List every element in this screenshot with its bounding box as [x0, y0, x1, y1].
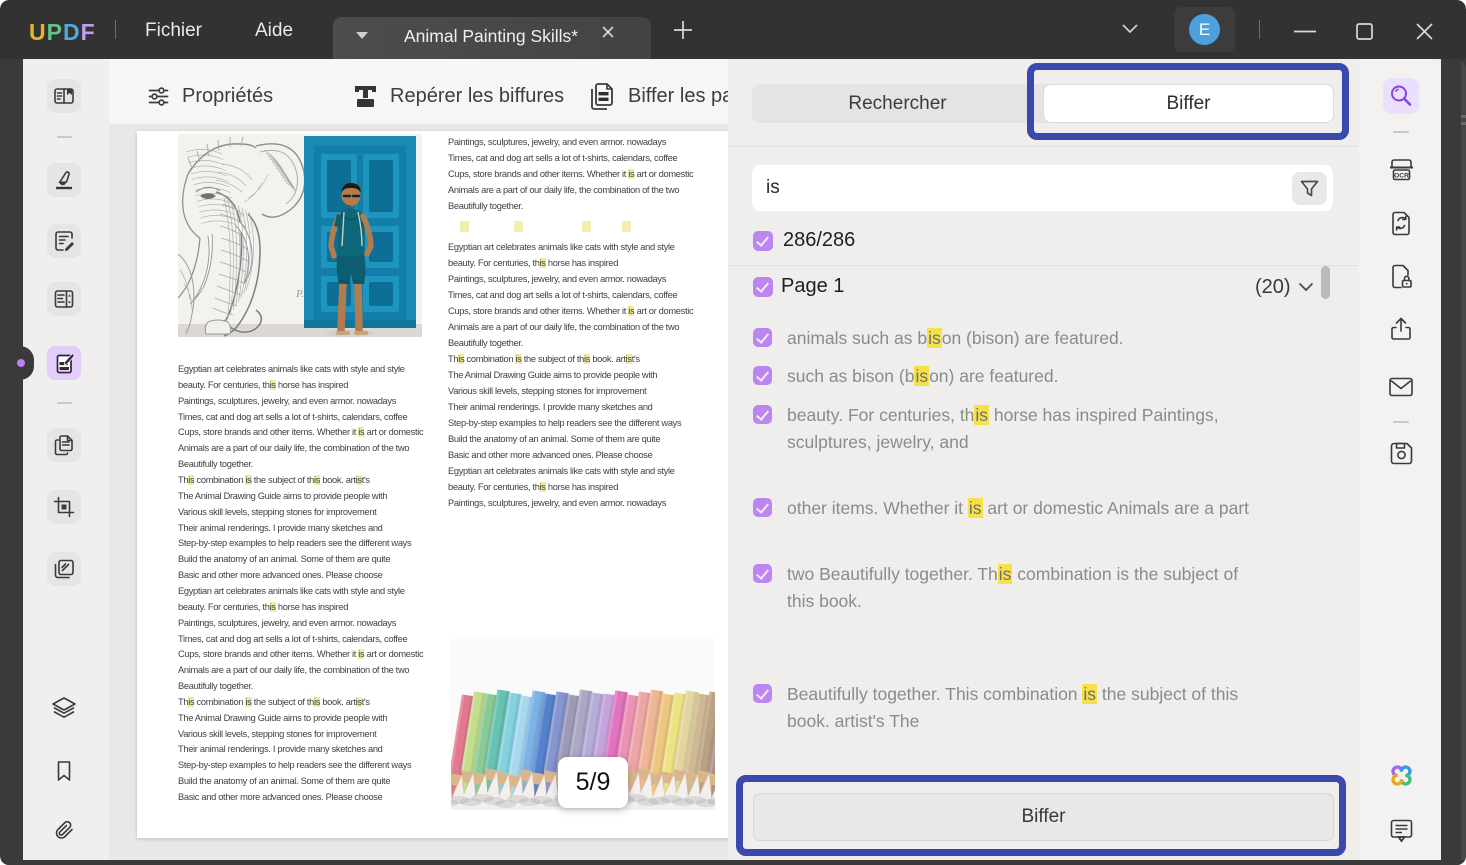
svg-text:OCR: OCR	[1394, 172, 1409, 179]
svg-text:P.: P.	[295, 288, 304, 300]
